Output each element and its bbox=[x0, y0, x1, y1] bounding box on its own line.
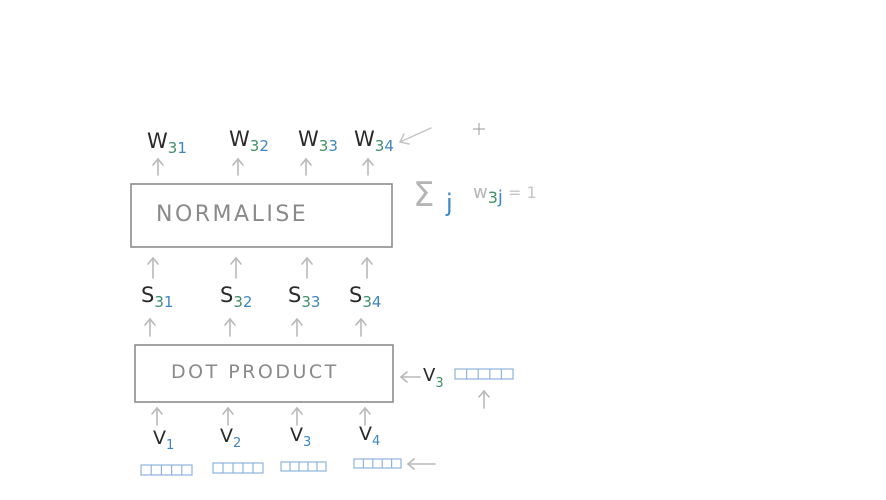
arrow-to-weight-2 bbox=[232, 157, 244, 176]
sum-equals: = 1 bbox=[508, 183, 537, 202]
arrow-to-normalise-4 bbox=[361, 256, 373, 279]
score-s31: S31 bbox=[141, 283, 173, 311]
arrow-to-normalise-2 bbox=[230, 256, 242, 279]
vector-strip-3 bbox=[280, 461, 327, 472]
arrow-to-score-1 bbox=[144, 317, 156, 337]
arrow-to-query-strip bbox=[478, 389, 490, 409]
sum-term: w3j bbox=[473, 182, 503, 208]
weight-w31: W31 bbox=[147, 129, 187, 157]
arrow-to-weight-4 bbox=[362, 157, 374, 176]
score-s34: S34 bbox=[349, 283, 381, 311]
arrow-to-normalise-1 bbox=[147, 256, 159, 279]
arrow-to-vector-strips bbox=[406, 458, 436, 470]
weight-w34: W34 bbox=[354, 127, 394, 155]
weights-row: W31 W32 W33 W34 bbox=[147, 127, 394, 157]
arrow-to-score-3 bbox=[291, 317, 303, 337]
arrow-to-score-2 bbox=[224, 317, 236, 337]
query-vector: V3 bbox=[423, 365, 444, 391]
score-s32: S32 bbox=[220, 283, 252, 311]
dot-product-block: DOT PRODUCT bbox=[134, 344, 394, 403]
vector-v4: V4 bbox=[359, 423, 380, 449]
arrow-to-weight-1 bbox=[152, 157, 164, 176]
arrow-to-dot-2 bbox=[222, 406, 234, 426]
arrow-to-normalise-3 bbox=[301, 256, 313, 279]
vector-strip-1 bbox=[140, 464, 193, 476]
sum-sigma: Σ bbox=[413, 175, 434, 215]
vector-strip-2 bbox=[212, 462, 264, 474]
arrow-to-dot-3 bbox=[291, 406, 303, 426]
dot-product-label: DOT PRODUCT bbox=[171, 361, 339, 383]
normalise-block: NORMALISE bbox=[130, 183, 393, 248]
arrow-to-dot-1 bbox=[151, 406, 163, 426]
query-label: V3 bbox=[423, 365, 444, 391]
vectors-row: V1 V2 V3 V4 bbox=[153, 423, 380, 453]
weight-w32: W32 bbox=[229, 127, 269, 155]
vector-v1: V1 bbox=[153, 427, 174, 453]
weight-w33: W33 bbox=[298, 127, 338, 155]
query-vector-strip bbox=[454, 368, 514, 380]
score-s33: S33 bbox=[288, 283, 320, 311]
vector-strips bbox=[140, 368, 514, 476]
sum-index: j bbox=[445, 189, 453, 217]
cursor-crosshair-icon bbox=[473, 123, 485, 135]
sum-formula: Σ j w3j = 1 bbox=[413, 175, 537, 217]
vector-strip-4 bbox=[353, 458, 402, 469]
vector-v3: V3 bbox=[290, 424, 311, 450]
attention-diagram: NORMALISE DOT PRODUCT W31 W32 W33 W34 Σ … bbox=[130, 123, 537, 476]
arrow-query-to-dot bbox=[399, 371, 421, 383]
normalise-label: NORMALISE bbox=[156, 202, 308, 227]
pointer-arrow-w34 bbox=[398, 127, 432, 145]
scores-row: S31 S32 S33 S34 bbox=[141, 283, 381, 311]
vector-v2: V2 bbox=[220, 425, 241, 451]
arrow-to-score-4 bbox=[355, 317, 367, 337]
arrow-to-weight-3 bbox=[300, 157, 312, 176]
